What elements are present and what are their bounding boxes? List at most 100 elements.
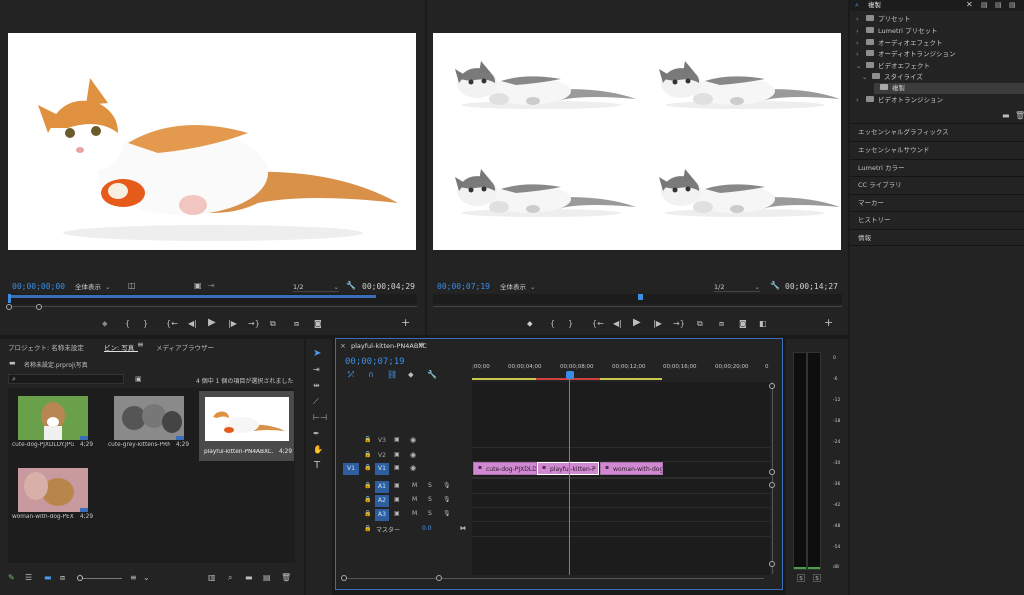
lock-icon[interactable]: 🔒 [364,524,371,534]
sync-lock-icon[interactable]: ▣ [394,481,400,491]
chevron-down-icon[interactable]: ⌄ [143,573,150,583]
sequence-tab[interactable]: playful-kitten-PN4ABXC [351,342,427,350]
solo-button-left[interactable]: S [797,574,805,582]
go-to-in-icon[interactable]: {← [592,319,604,329]
program-scrub-bar[interactable] [433,294,842,304]
section-essential-sound[interactable]: エッセンシャルサウンド [850,141,1024,158]
lift-icon[interactable]: ⧉ [697,319,703,329]
program-monitor-frame[interactable] [433,33,841,250]
project-item[interactable]: cute-grey-kittens-PRNH... 4;29 [104,392,190,454]
step-back-icon[interactable]: ◀| [188,319,197,329]
zoom-handle-left[interactable] [6,304,12,310]
scroll-handle[interactable] [769,469,775,475]
delete-icon[interactable]: 🗑 [1015,111,1024,121]
marker-icon[interactable]: ⬥ [102,319,108,329]
timeline-timecode[interactable]: 00;00;07;19 [345,357,405,367]
lock-icon[interactable]: 🔒 [364,495,371,505]
yuv-effects-icon[interactable]: ▤ [1009,0,1016,10]
source-patch[interactable]: V1 [343,463,359,475]
source-zoom-bar[interactable] [6,304,417,310]
lock-icon[interactable]: 🔒 [364,481,371,491]
project-search-input[interactable]: ⌕ [8,374,124,384]
source-resolution-dropdown[interactable]: 1/2 ⌄ [293,282,339,292]
mic-icon[interactable]: 🎙 [443,509,451,519]
new-bin-icon[interactable]: ▬ [1002,111,1010,121]
section-essential-graphics[interactable]: エッセンシャルグラフィックス [850,123,1024,140]
new-item-icon[interactable]: ▤ [263,573,271,583]
source-timecode[interactable]: 00;00;00;00 [12,282,65,291]
lock-icon[interactable]: 🔒 [364,450,371,460]
eye-icon[interactable]: ◉ [410,435,416,445]
marker-icon[interactable]: ⬥ [527,319,533,329]
go-to-out-icon[interactable]: →} [673,319,685,329]
play-icon[interactable]: ▶ [633,318,641,328]
zoom-handle-right[interactable] [36,304,42,310]
thumbnail-size-slider[interactable] [77,575,122,581]
add-marker-icon[interactable]: ⬥ [408,370,414,380]
source-scrub-bar[interactable] [8,294,417,304]
wrench-icon[interactable]: 🔧 [346,281,356,291]
camera-icon[interactable]: ◙ [739,319,747,329]
step-forward-icon[interactable]: |▶ [228,319,237,329]
sync-lock-icon[interactable]: ▣ [394,435,400,445]
add-button-icon[interactable]: + [401,317,410,328]
32bit-effects-icon[interactable]: ▤ [995,0,1002,10]
track-header-a3[interactable]: 🔒 A3 ▣ M S 🎙 [336,508,472,522]
insert-icon[interactable]: ⇥ [208,281,215,291]
track-header-master[interactable]: 🔒 マスター 0.0 ⧓ [336,523,472,537]
section-info[interactable]: 情報 [850,229,1024,246]
project-item[interactable]: woman-with-dog-PEXD... 4;29 [8,464,94,526]
mark-in-icon[interactable]: { [550,319,555,329]
ripple-edit-tool-icon[interactable]: ⇹ [313,381,320,391]
mark-in-icon[interactable]: { [125,319,130,329]
nest-icon[interactable]: ⤱ [348,370,354,380]
solo-button-right[interactable]: S [813,574,821,582]
sync-lock-icon[interactable]: ▣ [394,463,400,473]
section-history[interactable]: ヒストリー [850,211,1024,228]
sync-lock-icon[interactable]: ▣ [394,495,400,505]
accelerated-effects-icon[interactable]: ▤ [981,0,988,10]
menu-icon[interactable]: ≡ [137,340,144,350]
tree-item-audio-effects[interactable]: › オーディオエフェクト [856,38,943,49]
track-header-v3[interactable]: 🔒 V3 ▣ ◉ [336,434,472,448]
close-tab-icon[interactable]: × [340,341,346,351]
slider-handle[interactable] [77,575,83,581]
insert-clip-icon[interactable]: ⧉ [270,319,276,329]
comparison-view-icon[interactable]: ◧ [759,319,767,329]
overwrite-clip-icon[interactable]: ⧈ [294,319,299,329]
sort-icon[interactable]: ≡ [130,573,137,583]
lock-icon[interactable]: 🔒 [364,463,371,473]
scroll-handle[interactable] [769,561,775,567]
tree-item-video-effects[interactable]: ⌄ ビデオエフェクト [856,61,930,72]
track-header-v1[interactable]: V1 🔒 V1 ▣ ◉ [336,462,472,476]
sync-lock-icon[interactable]: ▣ [394,450,400,460]
eye-icon[interactable]: ◉ [410,463,416,473]
vertical-scrollbar[interactable] [772,382,773,574]
add-button-icon[interactable]: + [824,317,833,328]
track-header-a2[interactable]: 🔒 A2 ▣ M S 🎙 [336,494,472,508]
mark-out-icon[interactable]: } [568,319,573,329]
mute-toggle[interactable]: M [412,509,417,519]
solo-toggle[interactable]: S [428,481,432,491]
track-header-v2[interactable]: 🔒 V2 ▣ ◉ [336,449,472,463]
mic-icon[interactable]: 🎙 [443,481,451,491]
tree-item-replicate[interactable]: 複製 [880,83,905,94]
go-to-out-icon[interactable]: →} [248,319,260,329]
section-lumetri-color[interactable]: Lumetri カラー [850,159,1024,176]
effects-search-input[interactable]: 複製 [868,1,968,10]
mark-out-icon[interactable]: } [143,319,148,329]
section-cc-libraries[interactable]: CC ライブラリ [850,176,1024,193]
time-ruler[interactable]: ;00;00 00;00;04;00 00;00;08;00 00;00;12;… [472,362,770,382]
go-to-in-icon[interactable]: {← [166,319,178,329]
settings-icon[interactable]: ◫ [128,281,136,291]
program-zoom-bar[interactable] [433,306,842,310]
clear-search-icon[interactable]: ✕ [966,0,973,10]
timeline-playhead-head[interactable] [566,371,574,379]
track-select-tool-icon[interactable]: ⇥ [313,365,320,375]
media-browser-tab[interactable]: メディアブラウザー [156,342,214,352]
razor-tool-icon[interactable]: ⟋ [313,397,319,407]
selection-tool-icon[interactable]: ➤ [313,349,321,359]
program-fit-dropdown[interactable]: 全体表示 ⌄ [500,282,535,292]
automate-to-sequence-icon[interactable]: ▥ [208,573,216,583]
master-volume[interactable]: 0.0 [422,525,432,532]
